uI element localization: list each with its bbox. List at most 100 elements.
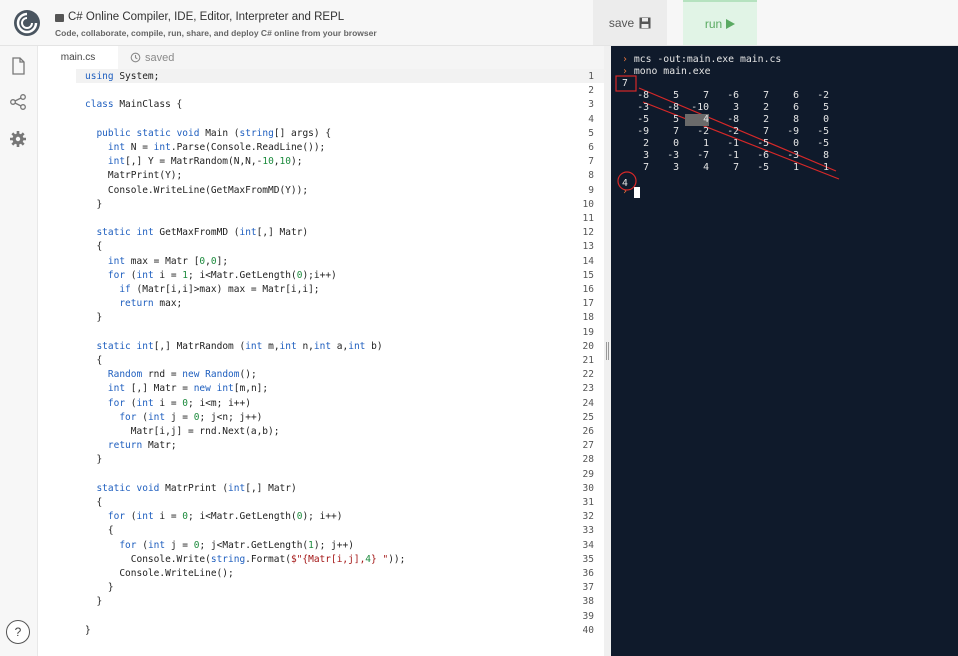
line-number: 40 <box>582 624 594 636</box>
matrix-cell: -2 <box>817 90 829 101</box>
code-line: { <box>85 241 103 253</box>
matrix-cell: -6 <box>727 90 739 101</box>
line-number: 32 <box>582 511 594 523</box>
help-button[interactable]: ? <box>6 620 30 644</box>
matrix-cell: 3 <box>733 102 739 113</box>
line-number: 20 <box>582 340 594 352</box>
code-line: MatrPrint(Y); <box>85 170 183 182</box>
matrix-cell: 7 <box>763 126 769 137</box>
line-number: 21 <box>582 355 594 366</box>
line-number: 26 <box>582 426 594 437</box>
line-number: 9 <box>588 184 594 196</box>
replit-logo-icon[interactable] <box>13 9 41 37</box>
line-number: 27 <box>582 440 594 452</box>
code-line: } <box>85 454 103 466</box>
code-editor[interactable]: 1 using System; 2 3 class MainClass {4 5 publ… <box>38 69 604 656</box>
tab-main-cs[interactable]: main.cs <box>38 46 118 69</box>
line-number: 8 <box>588 170 594 182</box>
code-line: int max = Matr [0,0]; <box>107 255 229 267</box>
matrix-cell: 7 <box>643 162 649 173</box>
code-line: for (int i = 0; i<Matr.GetLength(0); i++… <box>107 511 343 523</box>
code-line: } <box>85 582 114 594</box>
line-number: 23 <box>582 383 594 395</box>
line-number: 12 <box>582 227 594 239</box>
code-line: } <box>85 312 103 324</box>
file-tabs: main.cs saved <box>38 46 604 69</box>
code-line: Console.WriteLine(GetMaxFromMD(Y)); <box>85 184 309 196</box>
line-number: 4 <box>588 113 594 125</box>
matrix-cell: 1 <box>703 138 709 149</box>
line-number: 28 <box>582 454 594 466</box>
line-number: 14 <box>582 255 594 267</box>
matrix-cell: 1 <box>793 162 799 173</box>
save-button-label: save <box>608 15 635 30</box>
console-cursor <box>634 187 640 198</box>
line-number: 6 <box>588 142 594 153</box>
resize-handle[interactable] <box>606 342 609 360</box>
save-button[interactable]: save <box>593 0 667 45</box>
gear-icon[interactable] <box>9 130 27 148</box>
matrix-cell: -9 <box>637 126 649 137</box>
matrix-cell: 0 <box>673 138 679 149</box>
line-number: 25 <box>582 411 594 423</box>
matrix-cell: -10 <box>691 102 709 113</box>
line-number: 22 <box>582 369 594 381</box>
share-icon[interactable] <box>9 93 27 111</box>
matrix-cell: 7 <box>763 90 769 101</box>
matrix-cell: -9 <box>787 126 799 137</box>
line-number: 5 <box>588 127 594 139</box>
file-icon[interactable] <box>9 57 27 75</box>
code-line: static int[,] MatrRandom (int m,int n,in… <box>96 340 383 352</box>
line-number: 29 <box>582 468 594 480</box>
app-subtitle: Code, collaborate, compile, run, share, … <box>55 28 377 38</box>
code-line: for (int j = 0; j<Matr.GetLength(1); j++… <box>119 539 354 551</box>
matrix-cell: 5 <box>673 114 679 125</box>
line-number: 19 <box>582 326 594 338</box>
matrix-cell: -5 <box>817 138 829 149</box>
sidebar <box>0 46 38 656</box>
code-line: static void MatrPrint (int[,] Matr) <box>96 482 297 494</box>
line-number: 38 <box>582 596 594 608</box>
run-button[interactable]: run <box>683 0 757 45</box>
code-line: Console.WriteLine(); <box>85 568 234 579</box>
line-number: 34 <box>582 539 594 551</box>
line-number: 16 <box>582 284 594 295</box>
header-bar: C# Online Compiler, IDE, Editor, Interpr… <box>0 0 958 46</box>
matrix-cell: 0 <box>823 114 829 125</box>
line-number: 39 <box>582 610 594 622</box>
code-line: if (Matr[i,i]>max) max = Matr[i,i]; <box>119 284 320 295</box>
matrix-cell: -2 <box>697 126 709 137</box>
line-number: 36 <box>582 568 594 579</box>
history-icon <box>130 52 141 63</box>
matrix-cell: 5 <box>673 90 679 101</box>
matrix-cell: -2 <box>727 126 739 137</box>
line-number: 35 <box>582 553 594 565</box>
console-panel[interactable]: › mcs -out:main.exe main.cs › mono main.… <box>611 46 958 656</box>
app-title-text: C# Online Compiler, IDE, Editor, Interpr… <box>68 11 345 23</box>
saved-status: saved <box>130 46 174 69</box>
code-line: { <box>85 525 114 537</box>
console-prompt-line: › <box>622 186 628 198</box>
matrix-cell: 3 <box>673 162 679 173</box>
line-number: 7 <box>588 156 594 168</box>
matrix-cell: 5 <box>823 102 829 113</box>
matrix-cell: 2 <box>643 138 649 149</box>
line-number: 15 <box>582 269 594 281</box>
line-number: 2 <box>588 85 594 97</box>
matrix-cell: 2 <box>763 102 769 113</box>
code-line: int [,] Matr = new int[m,n]; <box>107 383 269 395</box>
matrix-cell: -8 <box>727 114 739 125</box>
code-line: for (int i = 1; i<Matr.GetLength(0);i++) <box>107 269 337 281</box>
matrix-cell: -3 <box>787 150 799 161</box>
console-command: mcs -out:main.exe main.cs <box>633 54 782 65</box>
prompt-symbol: › <box>622 186 628 197</box>
matrix-cell: 8 <box>823 150 829 161</box>
code-line: } <box>85 624 91 636</box>
code-line: { <box>85 355 103 366</box>
matrix-cell: -3 <box>637 102 649 113</box>
run-button-label: run <box>704 16 723 31</box>
code-line: return max; <box>119 298 183 310</box>
matrix-cell: -8 <box>637 90 649 101</box>
play-icon <box>726 18 736 29</box>
code-line: using System; <box>85 71 160 82</box>
